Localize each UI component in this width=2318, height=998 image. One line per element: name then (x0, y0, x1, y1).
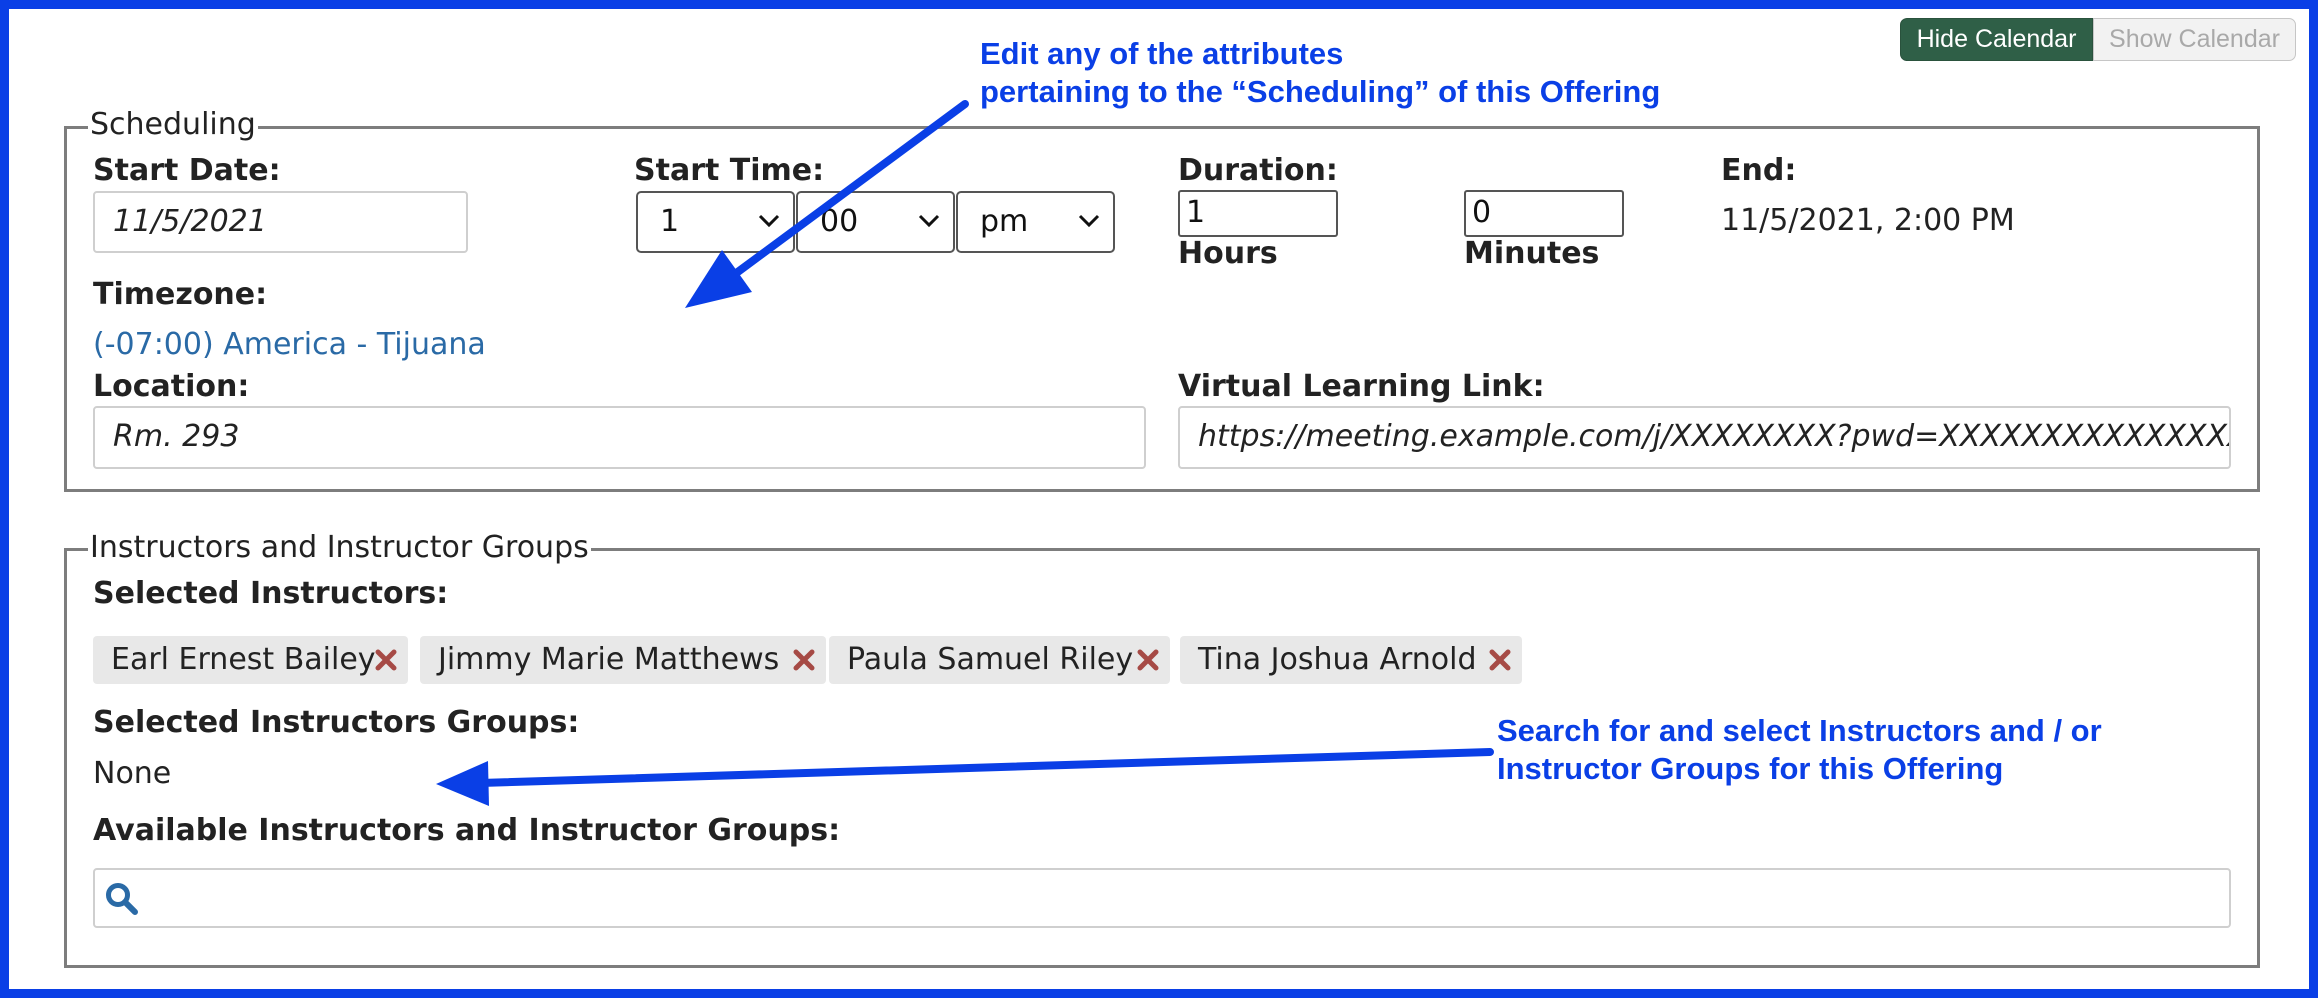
annotation-arrows (436, 100, 1494, 806)
arrow-instructors (436, 748, 1494, 806)
arrow-scheduling (685, 100, 969, 308)
